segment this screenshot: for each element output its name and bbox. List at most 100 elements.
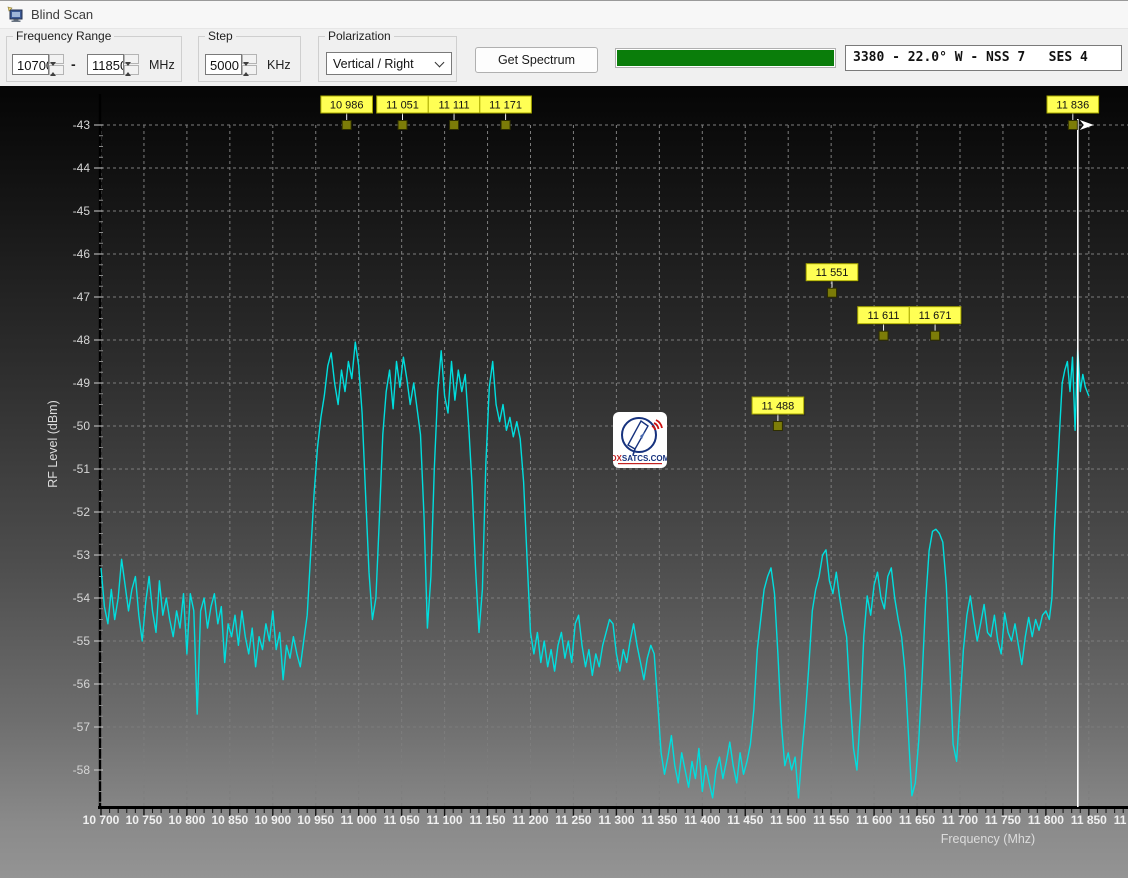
frequency-range-caption: Frequency Range — [13, 29, 114, 43]
svg-text:DXSATCS.COM: DXSATCS.COM — [613, 454, 667, 463]
svg-text:11 050: 11 050 — [384, 813, 420, 827]
carrier-marker-square — [342, 121, 351, 130]
carrier-marker[interactable]: 10 986 — [321, 96, 374, 130]
svg-text:-51: -51 — [73, 462, 91, 476]
carrier-marker[interactable]: 11 836 — [1047, 96, 1100, 807]
x-axis-title: Frequency (Mhz) — [941, 832, 1035, 846]
window-title: Blind Scan — [31, 7, 93, 22]
freq-unit-label: MHz — [149, 58, 175, 72]
get-spectrum-button[interactable]: Get Spectrum — [475, 47, 598, 73]
svg-text:-48: -48 — [73, 333, 91, 347]
step-caption: Step — [205, 29, 236, 43]
freq-start-input[interactable] — [12, 54, 49, 75]
svg-text:-54: -54 — [73, 591, 91, 605]
svg-text:-57: -57 — [73, 720, 91, 734]
carrier-marker[interactable]: 11 051 — [377, 96, 430, 130]
step-group: Step KHz — [198, 36, 301, 82]
carrier-label: 11 551 — [816, 267, 849, 279]
svg-text:11 000: 11 000 — [341, 813, 377, 827]
polarization-selected-value: Vertical / Right — [333, 57, 414, 71]
carrier-label: 11 171 — [489, 100, 522, 112]
freq-end-input[interactable] — [87, 54, 124, 75]
carrier-label: 11 488 — [761, 401, 794, 413]
svg-text:-45: -45 — [73, 204, 91, 218]
y-axis-title: RF Level (dBm) — [46, 400, 60, 488]
svg-text:11 850: 11 850 — [1071, 813, 1107, 827]
svg-text:-50: -50 — [73, 419, 91, 433]
frequency-range-group: Frequency Range - MHz — [6, 36, 182, 82]
svg-text:11 550: 11 550 — [813, 813, 849, 827]
axes: 10 70010 75010 80010 85010 90010 95011 0… — [46, 94, 1128, 846]
range-separator: - — [71, 56, 76, 72]
spectrum-chart[interactable]: 10 70010 75010 80010 85010 90010 95011 0… — [0, 86, 1128, 878]
svg-text:11 200: 11 200 — [512, 813, 548, 827]
spectrum-trace — [101, 342, 1089, 798]
svg-text:11 750: 11 750 — [985, 813, 1021, 827]
svg-text:11 350: 11 350 — [641, 813, 677, 827]
carrier-label: 11 671 — [919, 310, 952, 322]
polarization-select[interactable]: Vertical / Right — [326, 52, 452, 75]
svg-text:11 600: 11 600 — [856, 813, 892, 827]
svg-text:-53: -53 — [73, 548, 91, 562]
carrier-label: 10 986 — [330, 100, 364, 112]
polarization-group: Polarization Vertical / Right — [318, 36, 457, 82]
svg-text:-44: -44 — [73, 161, 91, 175]
carrier-marker[interactable]: 11 488 — [752, 397, 805, 431]
carrier-marker-square — [398, 121, 407, 130]
svg-text:11 300: 11 300 — [598, 813, 634, 827]
svg-text:-43: -43 — [73, 118, 91, 132]
svg-text:11 650: 11 650 — [899, 813, 935, 827]
freq-start-stepper — [49, 54, 64, 75]
svg-text:-52: -52 — [73, 505, 91, 519]
svg-text:11 800: 11 800 — [1028, 813, 1064, 827]
carrier-marker-square — [501, 121, 510, 130]
blind-scan-window: Blind Scan Frequency Range - MHz Step — [0, 0, 1128, 878]
step-stepper — [242, 54, 257, 75]
svg-text:-55: -55 — [73, 634, 91, 648]
carrier-label: 11 836 — [1056, 100, 1089, 112]
svg-text:11 250: 11 250 — [555, 813, 591, 827]
svg-text:11 500: 11 500 — [770, 813, 806, 827]
freq-end-stepper — [124, 54, 139, 75]
svg-text:11 700: 11 700 — [942, 813, 978, 827]
titlebar: Blind Scan — [0, 1, 1128, 28]
scan-progress-bar — [615, 48, 836, 68]
svg-text:10 950: 10 950 — [297, 813, 334, 827]
dxsatcs-logo: DXSATCS.COM — [613, 412, 667, 468]
carrier-marker[interactable]: 11 111 — [428, 96, 481, 130]
svg-text:-56: -56 — [73, 677, 91, 691]
carrier-marker-square — [879, 331, 888, 340]
chevron-down-icon — [435, 58, 445, 68]
svg-text:10 750: 10 750 — [126, 813, 163, 827]
step-unit-label: KHz — [267, 58, 291, 72]
svg-text:10 900: 10 900 — [254, 813, 291, 827]
svg-text:11 450: 11 450 — [727, 813, 763, 827]
svg-text:11 400: 11 400 — [684, 813, 720, 827]
carrier-marker[interactable]: 11 551 — [806, 264, 859, 298]
carrier-marker[interactable]: 11 611 — [858, 307, 911, 341]
carrier-marker-square — [1068, 121, 1077, 130]
app-icon — [7, 6, 24, 23]
step-down-icon[interactable] — [242, 65, 257, 75]
satellite-status-field[interactable]: 3380 - 22.0° W - NSS 7 SES 4 — [845, 45, 1122, 71]
carrier-label: 11 051 — [386, 100, 419, 112]
toolbar: Frequency Range - MHz Step KHz — [0, 28, 1128, 86]
carrier-marker[interactable]: 11 171 — [480, 96, 533, 130]
svg-text:10 850: 10 850 — [211, 813, 248, 827]
step-input[interactable] — [205, 54, 242, 75]
carrier-marker-square — [931, 331, 940, 340]
freq-end-down-icon[interactable] — [124, 65, 139, 75]
scan-progress-fill — [617, 50, 834, 66]
carrier-label: 11 611 — [868, 310, 900, 322]
carrier-marker-square — [828, 288, 837, 297]
svg-text:-46: -46 — [73, 247, 91, 261]
spectrum-plot[interactable]: 10 70010 75010 80010 85010 90010 95011 0… — [0, 86, 1128, 878]
carrier-label: 11 111 — [438, 100, 469, 112]
carrier-marker-square — [773, 422, 782, 431]
svg-text:-58: -58 — [73, 763, 91, 777]
svg-text:11 900: 11 900 — [1114, 813, 1128, 827]
freq-start-down-icon[interactable] — [49, 65, 64, 75]
polarization-caption: Polarization — [325, 29, 394, 43]
svg-text:11 150: 11 150 — [470, 813, 506, 827]
svg-text:10 800: 10 800 — [169, 813, 206, 827]
